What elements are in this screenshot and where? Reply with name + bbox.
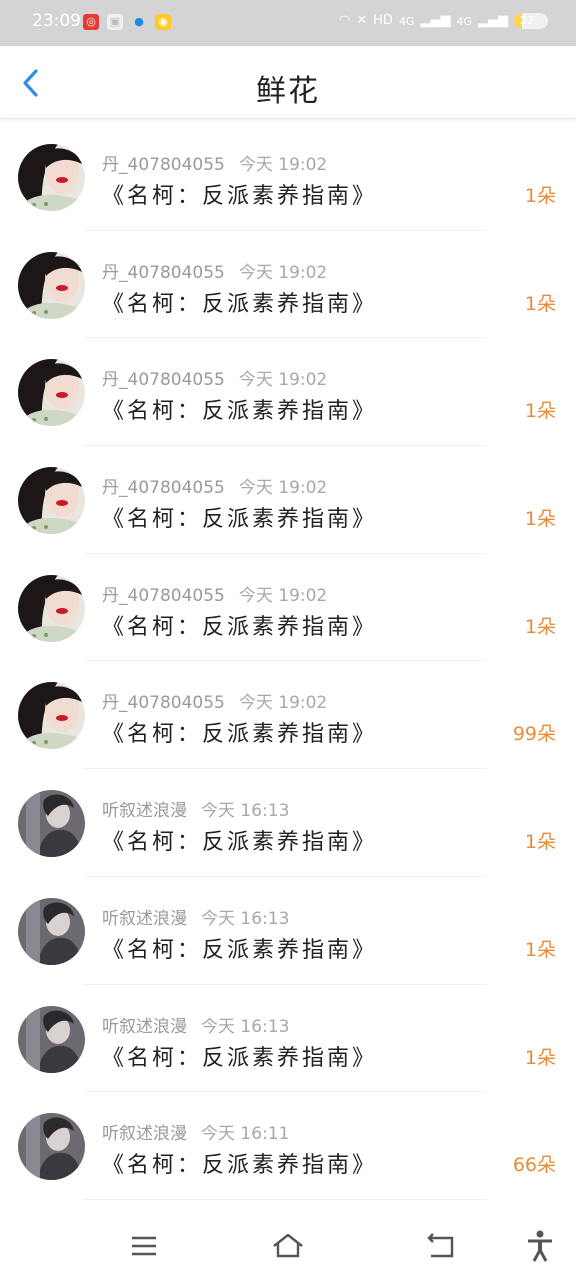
timestamp: 今天 19:02: [238, 693, 328, 714]
list-item[interactable]: 丹_407804055 今天 19:02 《名柯：反派素养指南》 1朵: [0, 554, 576, 662]
qq-icon: ●: [134, 15, 144, 28]
signal-2-icon: ▂▄▆: [478, 13, 508, 28]
hd-icon: HD: [373, 13, 393, 28]
timestamp: 今天 19:02: [238, 370, 328, 391]
status-time: 23:09: [32, 11, 81, 31]
timestamp: 今天 16:13: [201, 1016, 290, 1037]
user-info: 丹_407804055 今天 19:02: [102, 473, 327, 498]
app-icon: ▣: [107, 14, 123, 30]
signal-1-label: 4G: [398, 14, 415, 28]
user-info: 听叙述浪漫 今天 16:11: [102, 1119, 289, 1144]
flower-count: 1朵: [524, 292, 556, 315]
avatar[interactable]: [18, 1113, 85, 1181]
username[interactable]: 丹_407804055: [102, 155, 225, 175]
back-arrow-icon: [427, 1233, 454, 1258]
user-info: 丹_407804055 今天 19:02: [102, 581, 327, 606]
timestamp: 今天 19:02: [238, 585, 328, 606]
timestamp: 今天 19:02: [238, 262, 328, 283]
avatar[interactable]: [18, 359, 85, 427]
list-item[interactable]: 丹_407804055 今天 19:02 《名柯：反派素养指南》 1朵: [0, 446, 576, 554]
back-nav-button[interactable]: [422, 1228, 458, 1264]
book-title[interactable]: 《名柯：反派素养指南》: [102, 716, 377, 748]
mute-icon: ✕: [356, 13, 368, 28]
user-info: 丹_407804055 今天 19:02: [102, 688, 327, 713]
home-icon: [273, 1233, 303, 1258]
avatar[interactable]: [18, 790, 85, 858]
book-title[interactable]: 《名柯：反派素养指南》: [102, 824, 377, 856]
accessibility-button[interactable]: [522, 1228, 558, 1264]
username[interactable]: 听叙述浪漫: [102, 801, 187, 821]
username[interactable]: 丹_407804055: [102, 478, 225, 498]
flower-count: 1朵: [524, 831, 556, 854]
battery-level: 22: [520, 14, 534, 27]
list-item[interactable]: 丹_407804055 今天 19:02 《名柯：反派素养指南》 1朵: [0, 123, 576, 231]
book-title[interactable]: 《名柯：反派素养指南》: [102, 286, 377, 318]
flower-count: 66朵: [512, 1154, 556, 1177]
flower-list: 丹_407804055 今天 19:02 《名柯：反派素养指南》 1朵 丹_407804…: [0, 123, 576, 1200]
battery-icon: 22: [514, 13, 548, 29]
user-info: 听叙述浪漫 今天 16:13: [102, 796, 289, 821]
username[interactable]: 听叙述浪漫: [102, 909, 187, 929]
username[interactable]: 听叙述浪漫: [102, 1017, 187, 1037]
timestamp: 今天 19:02: [238, 155, 328, 175]
username[interactable]: 丹_407804055: [102, 263, 225, 283]
flower-count: 1朵: [524, 400, 556, 423]
user-info: 听叙述浪漫 今天 16:13: [102, 1012, 289, 1037]
book-title[interactable]: 《名柯：反派素养指南》: [102, 501, 377, 533]
flower-count: 1朵: [524, 508, 556, 531]
page-title: 鲜花: [256, 74, 320, 109]
list-item[interactable]: 听叙述浪漫 今天 16:11 《名柯：反派素养指南》 66朵: [0, 1092, 576, 1200]
netease-music-icon: ◎: [83, 14, 99, 30]
user-info: 丹_407804055 今天 19:02: [102, 150, 327, 175]
timestamp: 今天 16:11: [201, 1124, 290, 1145]
avatar[interactable]: [18, 251, 85, 319]
flower-count: 1朵: [524, 938, 556, 961]
book-title[interactable]: 《名柯：反派素养指南》: [102, 932, 377, 964]
status-indicators: ◠ ✕ HD 4G ▂▄▆ 4G ▂▄▆ 22: [339, 12, 548, 30]
avatar[interactable]: [18, 897, 85, 965]
user-info: 丹_407804055 今天 19:02: [102, 258, 327, 283]
book-title[interactable]: 《名柯：反派素养指南》: [102, 178, 377, 210]
flower-count: 99朵: [512, 723, 556, 746]
headphone-icon: ◠: [338, 13, 351, 28]
list-item[interactable]: 听叙述浪漫 今天 16:13 《名柯：反派素养指南》 1朵: [0, 769, 576, 877]
avatar[interactable]: [18, 144, 85, 211]
list-item[interactable]: 听叙述浪漫 今天 16:13 《名柯：反派素养指南》 1朵: [0, 877, 576, 985]
divider: [84, 1198, 486, 1200]
signal-2-label: 4G: [456, 14, 472, 28]
user-info: 丹_407804055 今天 19:02: [102, 365, 327, 390]
status-bar: 23:09 ◎ ▣ ● ◉ ◠ ✕ HD 4G ▂▄▆ 4G ▂▄▆ 22: [0, 0, 576, 46]
book-title[interactable]: 《名柯：反派素养指南》: [102, 1147, 377, 1179]
username[interactable]: 听叙述浪漫: [102, 1124, 187, 1144]
timestamp: 今天 16:13: [201, 801, 290, 822]
avatar[interactable]: [18, 574, 85, 642]
list-item[interactable]: 听叙述浪漫 今天 16:13 《名柯：反派素养指南》 1朵: [0, 985, 576, 1093]
weibo-icon: ◉: [155, 14, 171, 30]
list-item[interactable]: 丹_407804055 今天 19:02 《名柯：反派素养指南》 1朵: [0, 338, 576, 447]
home-button[interactable]: [270, 1228, 306, 1264]
flower-count: 1朵: [524, 1046, 556, 1069]
avatar[interactable]: [18, 467, 85, 535]
timestamp: 今天 16:13: [201, 908, 290, 929]
book-title[interactable]: 《名柯：反派素养指南》: [102, 609, 377, 641]
timestamp: 今天 19:02: [238, 478, 328, 499]
username[interactable]: 丹_407804055: [102, 693, 225, 713]
avatar[interactable]: [18, 1005, 85, 1073]
book-title[interactable]: 《名柯：反派素养指南》: [102, 393, 377, 425]
book-title[interactable]: 《名柯：反派素养指南》: [102, 1040, 377, 1072]
avatar[interactable]: [18, 682, 85, 750]
user-info: 听叙述浪漫 今天 16:13: [102, 904, 289, 929]
list-item[interactable]: 丹_407804055 今天 19:02 《名柯：反派素养指南》 99朵: [0, 661, 576, 770]
menu-icon: [132, 1236, 156, 1256]
username[interactable]: 丹_407804055: [102, 586, 225, 606]
flower-count: 1朵: [524, 185, 556, 207]
accessibility-icon: [528, 1230, 552, 1262]
list-item[interactable]: 丹_407804055 今天 19:02 《名柯：反派素养指南》 1朵: [0, 231, 576, 339]
flower-count: 1朵: [524, 615, 556, 638]
menu-button[interactable]: [126, 1228, 162, 1264]
username[interactable]: 丹_407804055: [102, 370, 225, 390]
system-nav-bar: [0, 1212, 576, 1280]
signal-1-icon: ▂▄▆: [420, 13, 451, 28]
header: 鲜花: [0, 46, 576, 119]
